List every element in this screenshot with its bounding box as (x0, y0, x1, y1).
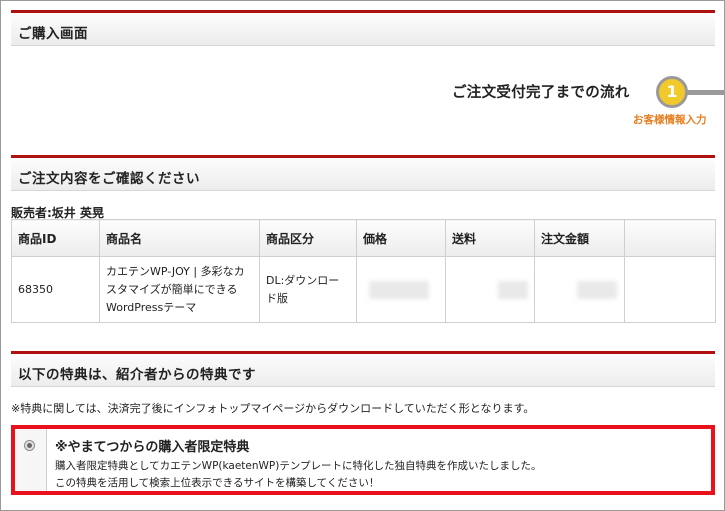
bonus-section-header: 以下の特典は、紹介者からの特典です (11, 351, 715, 387)
col-header-shipping: 送料 (445, 219, 535, 257)
order-table-header-row: 商品ID 商品名 商品区分 価格 送料 注文金額 (11, 219, 716, 257)
flow-step-badge: 1 (656, 76, 688, 108)
bonus-description-line-2: この特典を活用して検索上位表示できるサイトを構築してください！ (55, 477, 380, 489)
table-row: 68350 カエテンWP-JOY | 多彩なカスタマイズが簡単にできるWordP… (11, 256, 716, 323)
cell-empty (624, 256, 716, 323)
order-confirm-title: ご注文内容をご確認ください (18, 171, 200, 187)
shipping-redacted (498, 280, 528, 299)
cell-price (356, 256, 446, 323)
cell-order-total (534, 256, 625, 323)
col-header-order-total: 注文金額 (534, 219, 625, 257)
col-header-empty (624, 219, 716, 257)
flow-step-label: お客様情報入力 (633, 114, 707, 126)
col-header-price: 価格 (356, 219, 446, 257)
bonus-description-line-1: 購入者限定特典としてカエテンWP(kaetenWP)テンプレートに特化した独自特… (55, 460, 542, 472)
bonus-radio-column (15, 429, 47, 491)
bonus-option[interactable]: ※やまてつからの購入者限定特典 購入者限定特典としてカエテンWP(kaetenW… (11, 425, 715, 495)
col-header-product-name: 商品名 (99, 219, 260, 257)
flow-connector-line (686, 90, 725, 95)
bonus-title: ※やまてつからの購入者限定特典 (55, 440, 250, 455)
order-table: 商品ID 商品名 商品区分 価格 送料 注文金額 68350 カエテンWP-JO… (11, 219, 716, 323)
cell-product-category: DL:ダウンロード版 (259, 256, 357, 323)
purchase-screen-header: ご購入画面 (11, 10, 715, 46)
cell-shipping (445, 256, 535, 323)
price-redacted (369, 280, 429, 299)
total-redacted (577, 280, 617, 299)
bonus-note: ※特典に関しては、決済完了後にインフォトップマイページからダウンロードしていただ… (11, 402, 535, 415)
order-confirm-header: ご注文内容をご確認ください (11, 155, 715, 191)
cell-product-id: 68350 (11, 256, 100, 323)
bonus-radio[interactable] (24, 440, 35, 451)
col-header-product-id: 商品ID (11, 219, 100, 257)
cell-product-name: カエテンWP-JOY | 多彩なカスタマイズが簡単にできるWordPressテー… (99, 256, 260, 323)
purchase-screen-title: ご購入画面 (18, 26, 88, 42)
order-flow-label: ご注文受付完了までの流れ (452, 85, 630, 101)
bonus-section-title: 以下の特典は、紹介者からの特典です (18, 367, 256, 383)
col-header-product-category: 商品区分 (259, 219, 357, 257)
